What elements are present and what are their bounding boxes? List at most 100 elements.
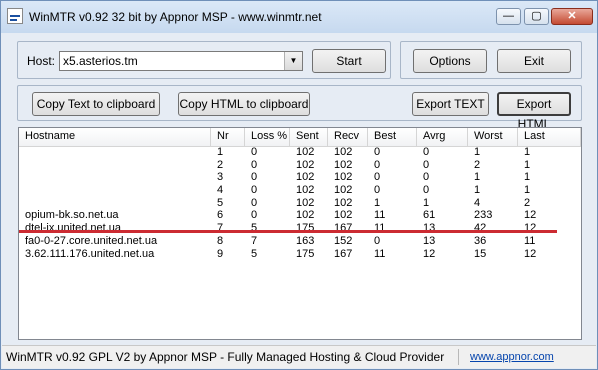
cell-worst: 233 [474,209,493,222]
cell-nr: 1 [217,146,224,158]
cell-recv: 102 [334,184,353,197]
cell-recv: 152 [334,234,353,247]
cell-loss: 0 [251,158,258,171]
cell-worst: 2 [474,158,481,171]
cell-last: 12 [524,209,537,222]
cell-best: 0 [374,146,381,158]
cell-last: 2 [524,196,531,209]
table-header: Hostname Nr Loss % Sent Recv Best Avrg W… [19,128,581,147]
host-input[interactable]: x5.asterios.tm [63,54,138,68]
cell-nr: 7 [217,222,224,235]
cell-nr: 6 [217,209,224,222]
minimize-button[interactable]: — [496,8,521,25]
cell-worst: 36 [474,234,487,247]
status-bar: WinMTR v0.92 GPL V2 by Appnor MSP - Full… [2,345,596,368]
cell-hostname [19,159,25,172]
window-title: WinMTR v0.92 32 bit by Appnor MSP - www.… [29,10,322,24]
column-header-sent[interactable]: Sent [290,128,328,146]
cell-sent: 102 [296,196,315,209]
start-button[interactable]: Start [312,49,386,73]
cell-worst: 42 [474,222,487,235]
column-header-best[interactable]: Best [368,128,417,146]
cell-worst: 1 [474,184,481,197]
cell-avrg: 0 [423,146,430,158]
cell-best: 0 [374,184,381,197]
column-header-recv[interactable]: Recv [328,128,368,146]
column-header-avrg[interactable]: Avrg [417,128,468,146]
cell-recv: 102 [334,171,353,184]
cell-sent: 175 [296,222,315,235]
cell-last: 12 [524,247,537,260]
cell-hostname: opium-bk.so.net.ua [25,209,119,222]
cell-hostname: fa0-0-27.core.united.net.ua [25,234,158,247]
app-window: WinMTR v0.92 32 bit by Appnor MSP - www.… [0,0,598,370]
options-button[interactable]: Options [413,49,487,73]
column-header-worst[interactable]: Worst [468,128,518,146]
cell-best: 11 [374,209,386,222]
cell-sent: 175 [296,247,315,260]
cell-recv: 102 [334,209,353,222]
column-header-hostname[interactable]: Hostname [19,128,211,146]
cell-best: 0 [374,234,381,247]
cell-loss: 0 [251,196,258,209]
cell-sent: 102 [296,146,315,158]
cell-last: 11 [524,234,536,247]
host-combobox[interactable]: x5.asterios.tm ▼ [59,51,303,71]
cell-avrg: 1 [423,196,430,209]
cell-sent: 102 [296,158,315,171]
cell-last: 1 [524,158,531,171]
copy-text-button[interactable]: Copy Text to clipboard [32,92,160,116]
cell-loss: 7 [251,234,258,247]
cell-loss: 0 [251,184,258,197]
cell-nr: 4 [217,184,224,197]
cell-last: 1 [524,171,531,184]
highlight-line [19,230,557,233]
export-text-button[interactable]: Export TEXT [412,92,489,116]
cell-best: 11 [374,247,386,260]
cell-loss: 5 [251,222,258,235]
cell-avrg: 0 [423,184,430,197]
cell-loss: 0 [251,209,258,222]
chevron-down-icon[interactable]: ▼ [284,52,302,70]
copy-html-button[interactable]: Copy HTML to clipboard [178,92,310,116]
column-header-nr[interactable]: Nr [211,128,245,146]
cell-loss: 0 [251,146,258,158]
cell-nr: 5 [217,196,224,209]
column-header-loss[interactable]: Loss % [245,128,290,146]
cell-hostname: 3.62.111.176.united.net.ua [25,247,155,260]
cell-last: 1 [524,184,531,197]
cell-recv: 102 [334,196,353,209]
cell-worst: 4 [474,196,481,209]
cell-avrg: 61 [423,209,436,222]
cell-recv: 102 [334,158,353,171]
cell-worst: 1 [474,171,481,184]
cell-avrg: 0 [423,171,430,184]
cell-sent: 102 [296,209,315,222]
cell-last: 1 [524,146,531,158]
maximize-button[interactable]: ▢ [524,8,549,25]
column-header-last[interactable]: Last [518,128,581,146]
cell-avrg: 13 [423,222,436,235]
cell-avrg: 0 [423,158,430,171]
cell-best: 0 [374,158,381,171]
cell-loss: 0 [251,171,258,184]
cell-best: 0 [374,171,381,184]
cell-recv: 102 [334,146,353,158]
export-html-button[interactable]: Export HTML [497,92,571,131]
cell-hostname [19,197,25,210]
cell-hostname: dtel-ix.united.net.ua [25,222,122,235]
cell-hostname [19,171,25,184]
cell-avrg: 13 [423,234,436,247]
exit-button[interactable]: Exit [497,49,571,73]
cell-sent: 163 [296,234,315,247]
cell-last: 12 [524,222,537,235]
cell-best: 11 [374,222,386,235]
title-bar[interactable]: WinMTR v0.92 32 bit by Appnor MSP - www.… [1,1,597,33]
trace-table[interactable]: Hostname Nr Loss % Sent Recv Best Avrg W… [18,127,582,340]
appnor-link[interactable]: www.appnor.com [470,349,554,365]
cell-nr: 9 [217,247,224,260]
close-button[interactable]: ✕ [551,8,593,25]
cell-sent: 102 [296,184,315,197]
status-text: WinMTR v0.92 GPL V2 by Appnor MSP - Full… [6,349,459,365]
table-row[interactable]: 3.62.111.176.united.net.ua 9 5 175 167 11 12 15… [19,247,581,262]
